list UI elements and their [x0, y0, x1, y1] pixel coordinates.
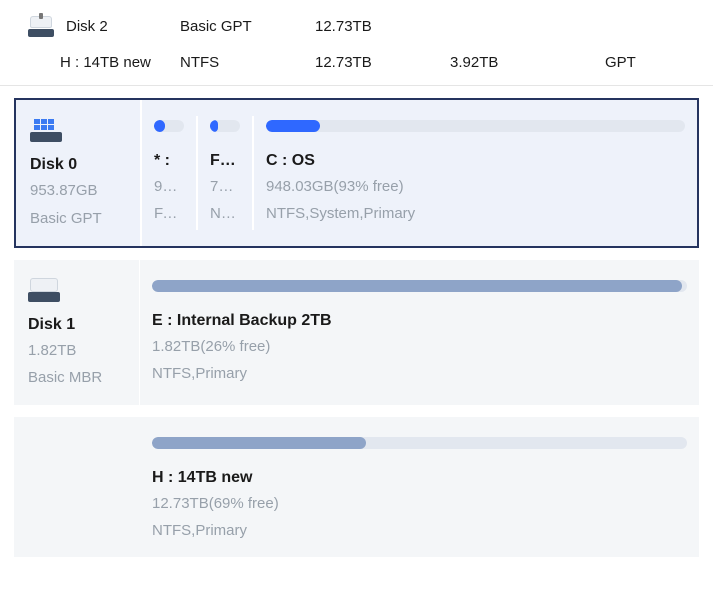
partition-title: * : — [154, 152, 184, 170]
partition-size: 1.82TB(26% free) — [152, 336, 687, 357]
disk0-partition-0[interactable]: * : 99.... FAT... — [142, 116, 198, 230]
partition-size: 750... — [210, 176, 240, 197]
disk1-scheme: Basic MBR — [28, 367, 127, 389]
disk1-side: Disk 1 1.82TB Basic MBR — [14, 260, 140, 406]
partition-title: H : 14TB new — [152, 469, 687, 487]
disk-icon — [28, 276, 60, 302]
disk0-scheme: Basic GPT — [30, 208, 128, 230]
disk1-title: Disk 1 — [28, 316, 127, 334]
usb-disk-icon — [28, 15, 54, 37]
vol-fs: NTFS — [180, 54, 315, 71]
disk2-size: 12.73TB — [315, 18, 450, 35]
vol-label: H : 14TB new — [0, 54, 180, 71]
disk2-name: Disk 2 — [66, 18, 108, 35]
partition-title: F : ... — [210, 152, 240, 170]
disk0-partition-2[interactable]: C : OS 948.03GB(93% free) NTFS,System,Pr… — [254, 116, 697, 230]
disk2-header-row[interactable]: Disk 2 Basic GPT 12.73TB — [0, 0, 713, 44]
partition-fs: NT... — [210, 203, 240, 224]
disk1-size: 1.82TB — [28, 340, 127, 362]
partition-fs: FAT... — [154, 203, 184, 224]
partition-fs: NTFS,Primary — [152, 520, 687, 541]
disk2-partition-0[interactable]: H : 14TB new 12.73TB(69% free) NTFS,Prim… — [140, 433, 699, 541]
partition-fs: NTFS,System,Primary — [266, 203, 685, 224]
disk1-card[interactable]: Disk 1 1.82TB Basic MBR E : Internal Bac… — [14, 260, 699, 406]
spacer — [14, 417, 140, 557]
disk0-partition-1[interactable]: F : ... 750... NT... — [198, 116, 254, 230]
disk0-title: Disk 0 — [30, 156, 128, 174]
disk2-scheme: Basic GPT — [180, 18, 315, 35]
disk0-card[interactable]: Disk 0 953.87GB Basic GPT * : 99.... FAT… — [14, 98, 699, 248]
vol-free: 3.92TB — [450, 54, 585, 71]
vol-scheme: GPT — [585, 54, 713, 71]
partition-fs: NTFS,Primary — [152, 363, 687, 384]
disk0-size: 953.87GB — [30, 180, 128, 202]
partition-size: 99.... — [154, 176, 184, 197]
vol-size: 12.73TB — [315, 54, 450, 71]
disk2-partition-card[interactable]: H : 14TB new 12.73TB(69% free) NTFS,Prim… — [14, 417, 699, 557]
partition-title: E : Internal Backup 2TB — [152, 312, 687, 330]
partition-title: C : OS — [266, 152, 685, 170]
partition-size: 948.03GB(93% free) — [266, 176, 685, 197]
disk2-volume-row[interactable]: H : 14TB new NTFS 12.73TB 3.92TB GPT — [0, 44, 713, 86]
partition-size: 12.73TB(69% free) — [152, 493, 687, 514]
disk0-side: Disk 0 953.87GB Basic GPT — [16, 100, 142, 246]
windows-disk-icon — [30, 116, 62, 142]
disk1-partition-0[interactable]: E : Internal Backup 2TB 1.82TB(26% free)… — [140, 276, 699, 390]
